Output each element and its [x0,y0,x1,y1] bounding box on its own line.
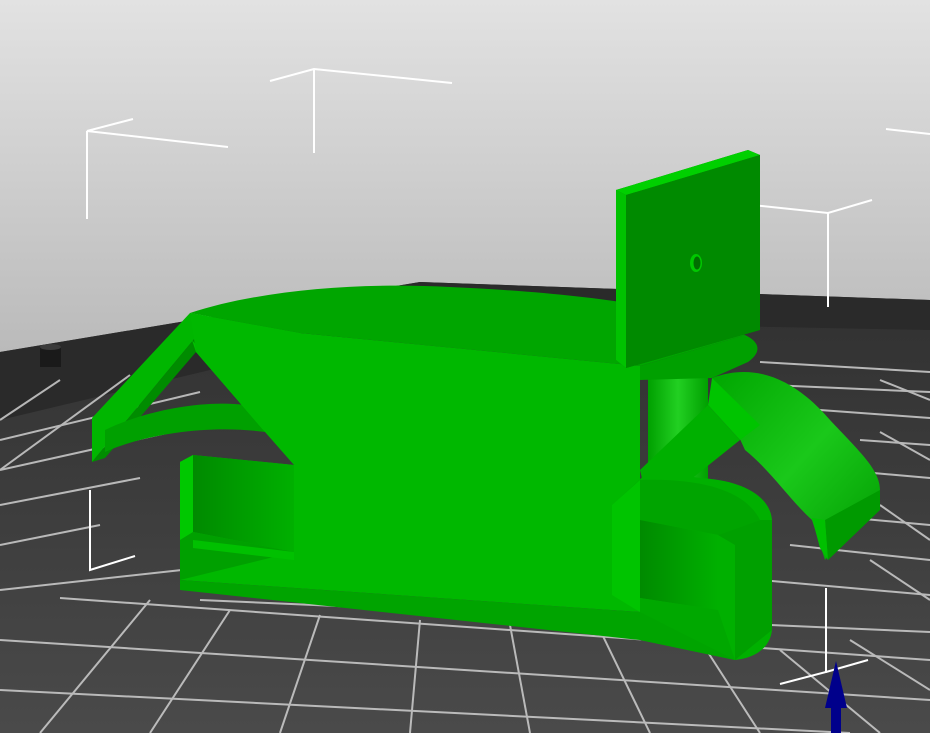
scene [0,0,930,733]
3d-viewport[interactable] [0,0,930,733]
bed-object-icon [40,344,61,367]
